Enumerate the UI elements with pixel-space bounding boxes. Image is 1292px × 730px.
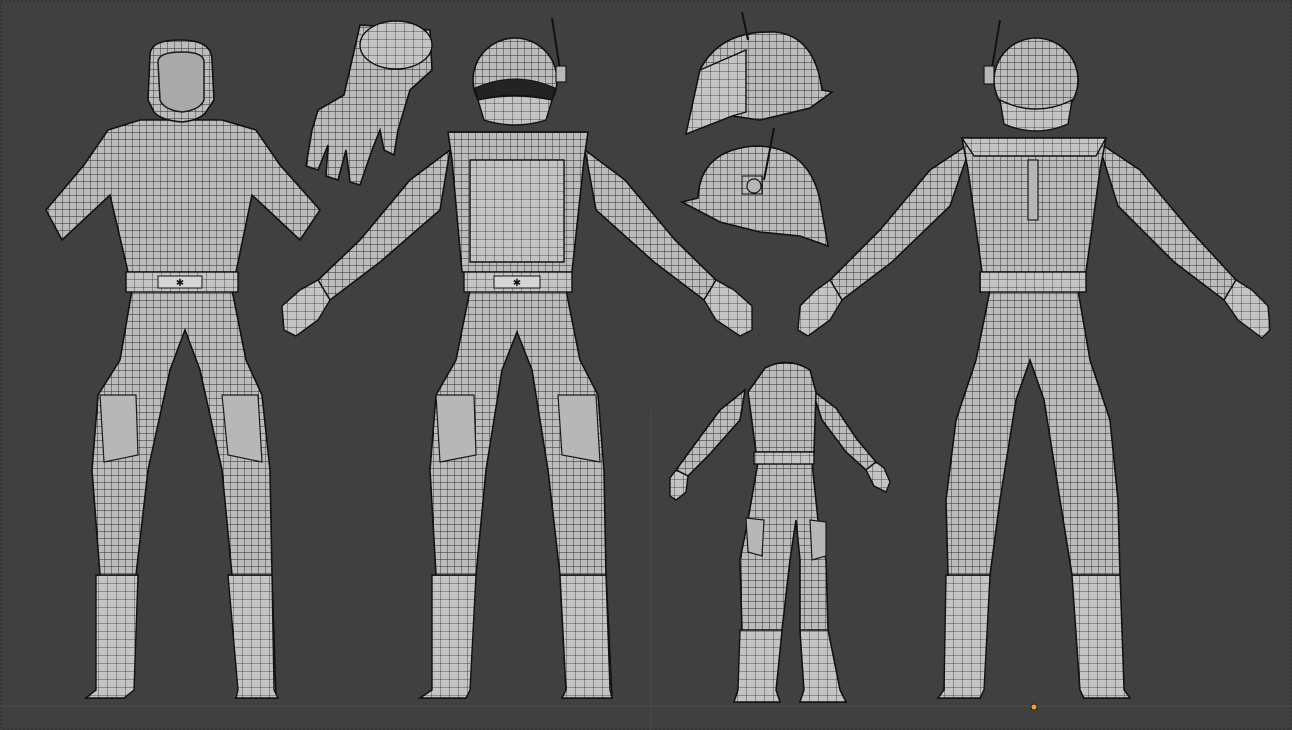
glove[interactable] bbox=[305, 20, 433, 186]
helmet-angled[interactable] bbox=[684, 11, 834, 136]
object-origin-marker[interactable] bbox=[1030, 703, 1038, 711]
viewport-canvas[interactable]: ✱ ✱ bbox=[0, 0, 1292, 730]
3d-viewport[interactable]: ✱ ✱ bbox=[0, 0, 1292, 730]
svg-text:✱: ✱ bbox=[176, 278, 184, 289]
character-back[interactable] bbox=[797, 19, 1271, 699]
character-front-no-helmet[interactable]: ✱ bbox=[45, 39, 322, 699]
helmet-side[interactable] bbox=[679, 127, 830, 248]
svg-text:✱: ✱ bbox=[513, 278, 521, 289]
character-three-quarter[interactable] bbox=[669, 361, 891, 703]
